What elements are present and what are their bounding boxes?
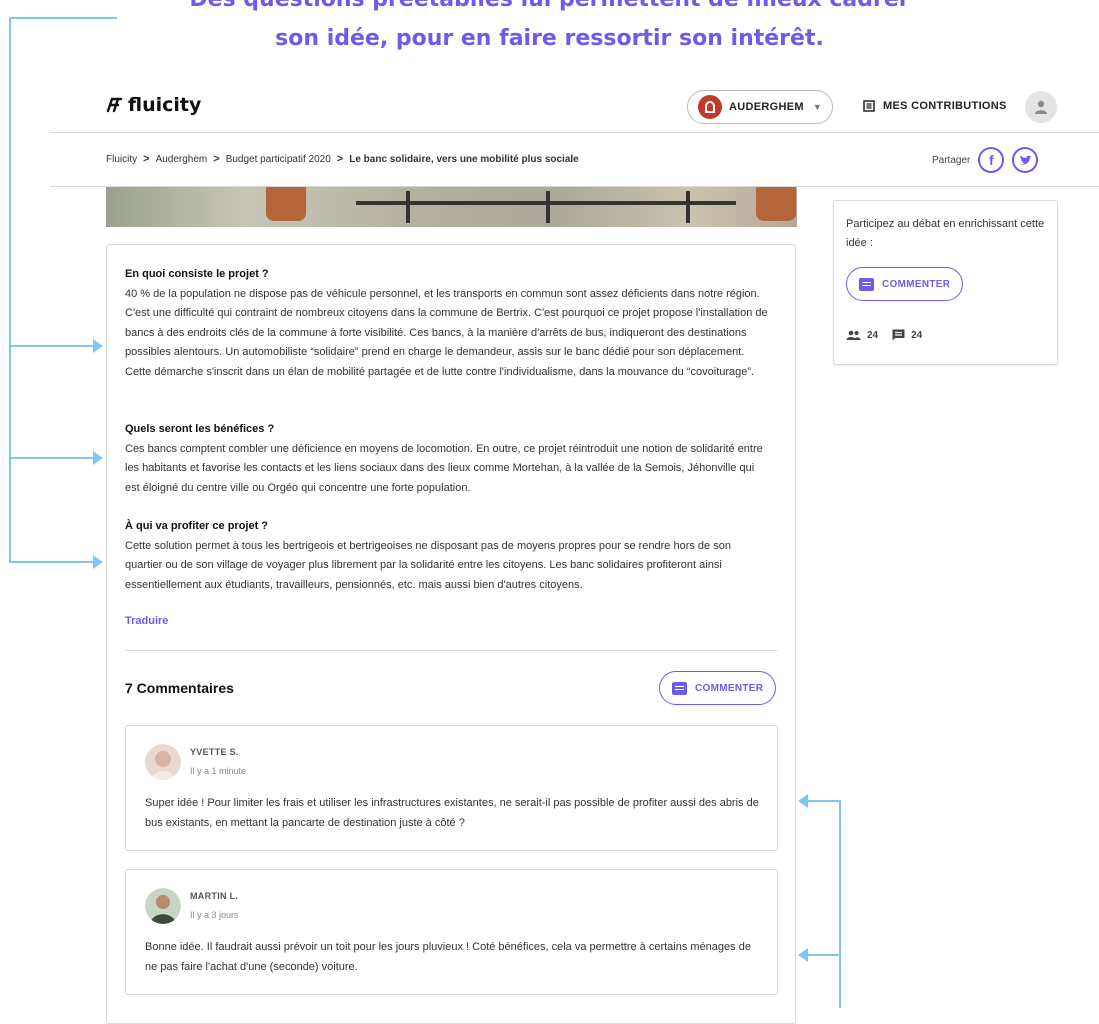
annotation-bracket-right xyxy=(808,800,841,1008)
arrowhead-icon xyxy=(798,948,808,962)
annotation-arrows xyxy=(9,17,841,1008)
arrowhead-icon xyxy=(798,794,808,808)
arrowhead-icon xyxy=(93,451,103,465)
annotation-bracket-left xyxy=(9,17,117,563)
arrowhead-icon xyxy=(93,339,103,353)
arrowhead-icon xyxy=(93,555,103,569)
